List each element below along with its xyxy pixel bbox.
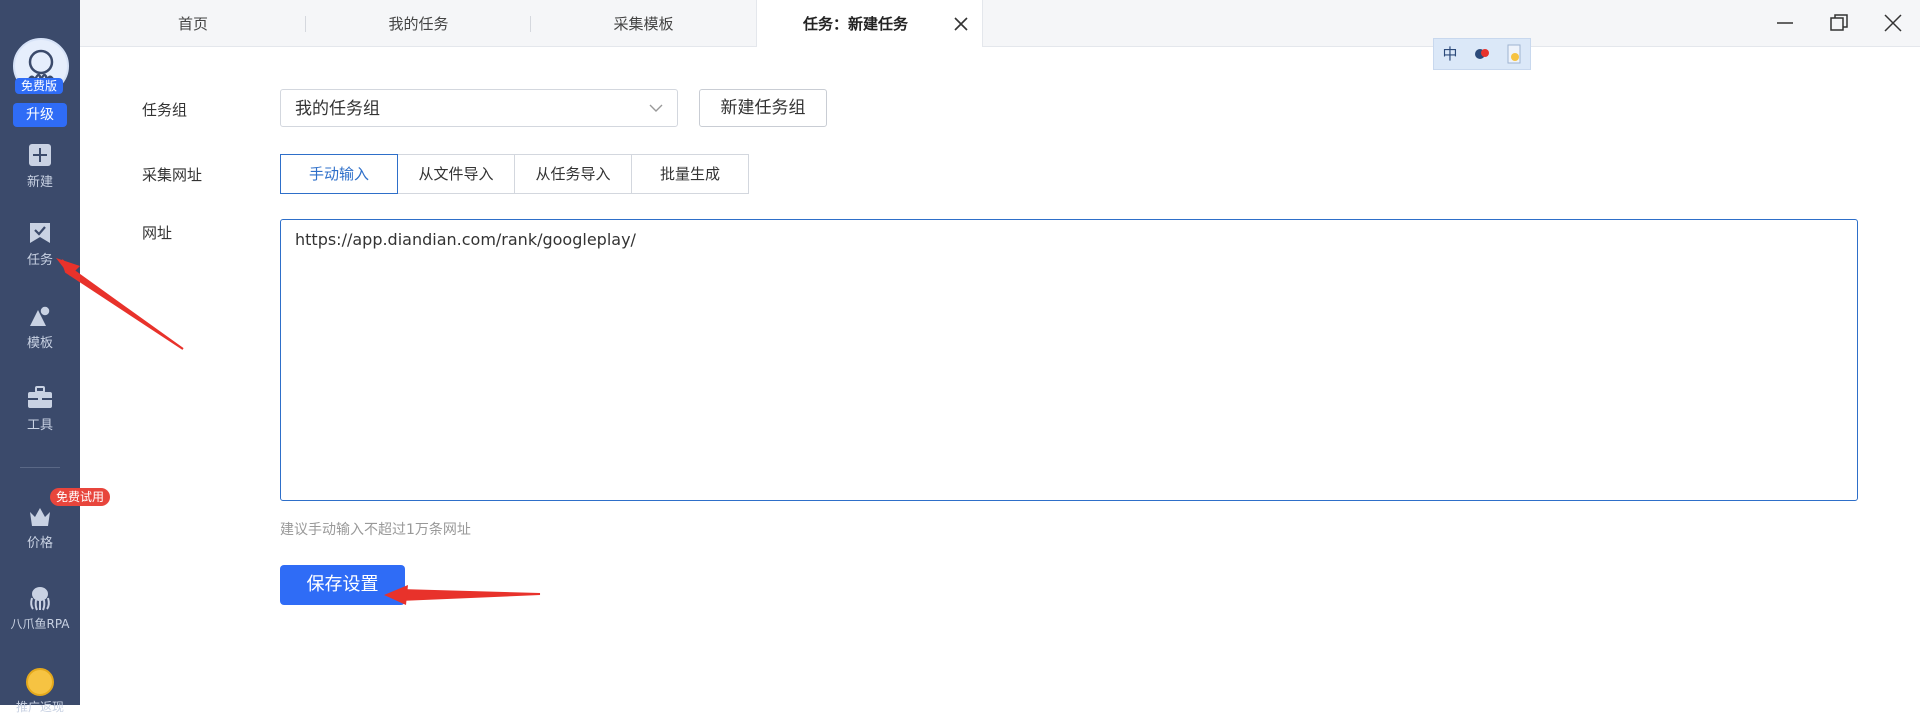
ime-tool-icon[interactable] bbox=[1498, 39, 1530, 69]
window-close-icon[interactable] bbox=[1882, 12, 1904, 34]
plus-square-icon bbox=[29, 144, 51, 166]
toolbox-icon bbox=[28, 386, 52, 408]
task-check-icon bbox=[30, 223, 50, 243]
sidebar-item-label: 任务 bbox=[26, 253, 53, 268]
ime-toolbar: 中 bbox=[1433, 38, 1531, 70]
source-task-import[interactable]: 从任务导入 bbox=[514, 154, 632, 194]
url-textarea[interactable]: https://app.diandian.com/rank/googleplay… bbox=[280, 219, 1858, 501]
sidebar-item-label[interactable]: 推广返现 bbox=[0, 698, 80, 715]
octopus-icon bbox=[30, 587, 50, 611]
restore-icon[interactable] bbox=[1828, 12, 1850, 34]
tab-templates[interactable]: 采集模板 bbox=[531, 0, 756, 46]
url-label: 网址 bbox=[142, 224, 173, 242]
upgrade-button[interactable]: 升级 bbox=[13, 103, 67, 127]
free-version-tag: 免费版 bbox=[15, 78, 63, 94]
sidebar-item-new[interactable]: 新建 bbox=[0, 143, 80, 190]
minimize-icon[interactable] bbox=[1774, 12, 1796, 34]
sidebar-item-tools[interactable]: 工具 bbox=[0, 386, 80, 433]
task-group-value: 我的任务组 bbox=[295, 99, 380, 119]
sidebar-item-price[interactable]: 价格 bbox=[0, 504, 80, 551]
save-settings-button[interactable]: 保存设置 bbox=[280, 565, 405, 605]
ime-skin-icon[interactable] bbox=[1466, 39, 1498, 69]
template-shapes-icon bbox=[30, 305, 51, 326]
url-source-label: 采集网址 bbox=[142, 166, 203, 184]
sidebar-divider bbox=[20, 467, 60, 468]
sidebar: 免费版 升级 新建 任务 模板 工具 免费试用 价格 八爪鱼RPA 推广返现 bbox=[0, 0, 111, 714]
source-manual-input[interactable]: 手动输入 bbox=[280, 154, 398, 194]
url-value: https://app.diandian.com/rank/googleplay… bbox=[295, 230, 636, 249]
annotation-arrow-save bbox=[394, 588, 541, 602]
tab-new-task[interactable]: 任务：新建任务 bbox=[756, 0, 983, 47]
annotation-arrow-task bbox=[61, 259, 184, 350]
crown-basket-icon bbox=[30, 508, 50, 526]
close-icon[interactable] bbox=[952, 15, 970, 33]
sidebar-item-label: 八爪鱼RPA bbox=[10, 617, 70, 631]
sidebar-item-rpa[interactable]: 八爪鱼RPA bbox=[0, 585, 80, 632]
new-task-group-button[interactable]: 新建任务组 bbox=[699, 89, 827, 127]
source-batch-generate[interactable]: 批量生成 bbox=[631, 154, 749, 194]
ime-mode[interactable]: 中 bbox=[1434, 39, 1466, 69]
sidebar-item-label: 模板 bbox=[26, 336, 53, 351]
task-group-label: 任务组 bbox=[142, 101, 188, 119]
source-file-import[interactable]: 从文件导入 bbox=[397, 154, 515, 194]
sidebar-item-label: 价格 bbox=[26, 536, 53, 551]
tab-home[interactable]: 首页 bbox=[80, 0, 306, 46]
sidebar-item-label: 新建 bbox=[26, 175, 53, 190]
chevron-down-icon bbox=[649, 104, 663, 112]
coin-icon[interactable] bbox=[26, 668, 54, 696]
tab-my-tasks[interactable]: 我的任务 bbox=[306, 0, 531, 46]
tab-bar: 首页 我的任务 采集模板 任务：新建任务 bbox=[80, 0, 1920, 47]
sidebar-item-task[interactable]: 任务 bbox=[0, 221, 80, 268]
task-group-select[interactable]: 我的任务组 bbox=[280, 89, 678, 127]
sidebar-item-template[interactable]: 模板 bbox=[0, 304, 80, 351]
tab-label: 任务：新建任务 bbox=[802, 15, 908, 33]
sidebar-item-label: 工具 bbox=[26, 418, 53, 433]
url-hint: 建议手动输入不超过1万条网址 bbox=[280, 522, 471, 538]
